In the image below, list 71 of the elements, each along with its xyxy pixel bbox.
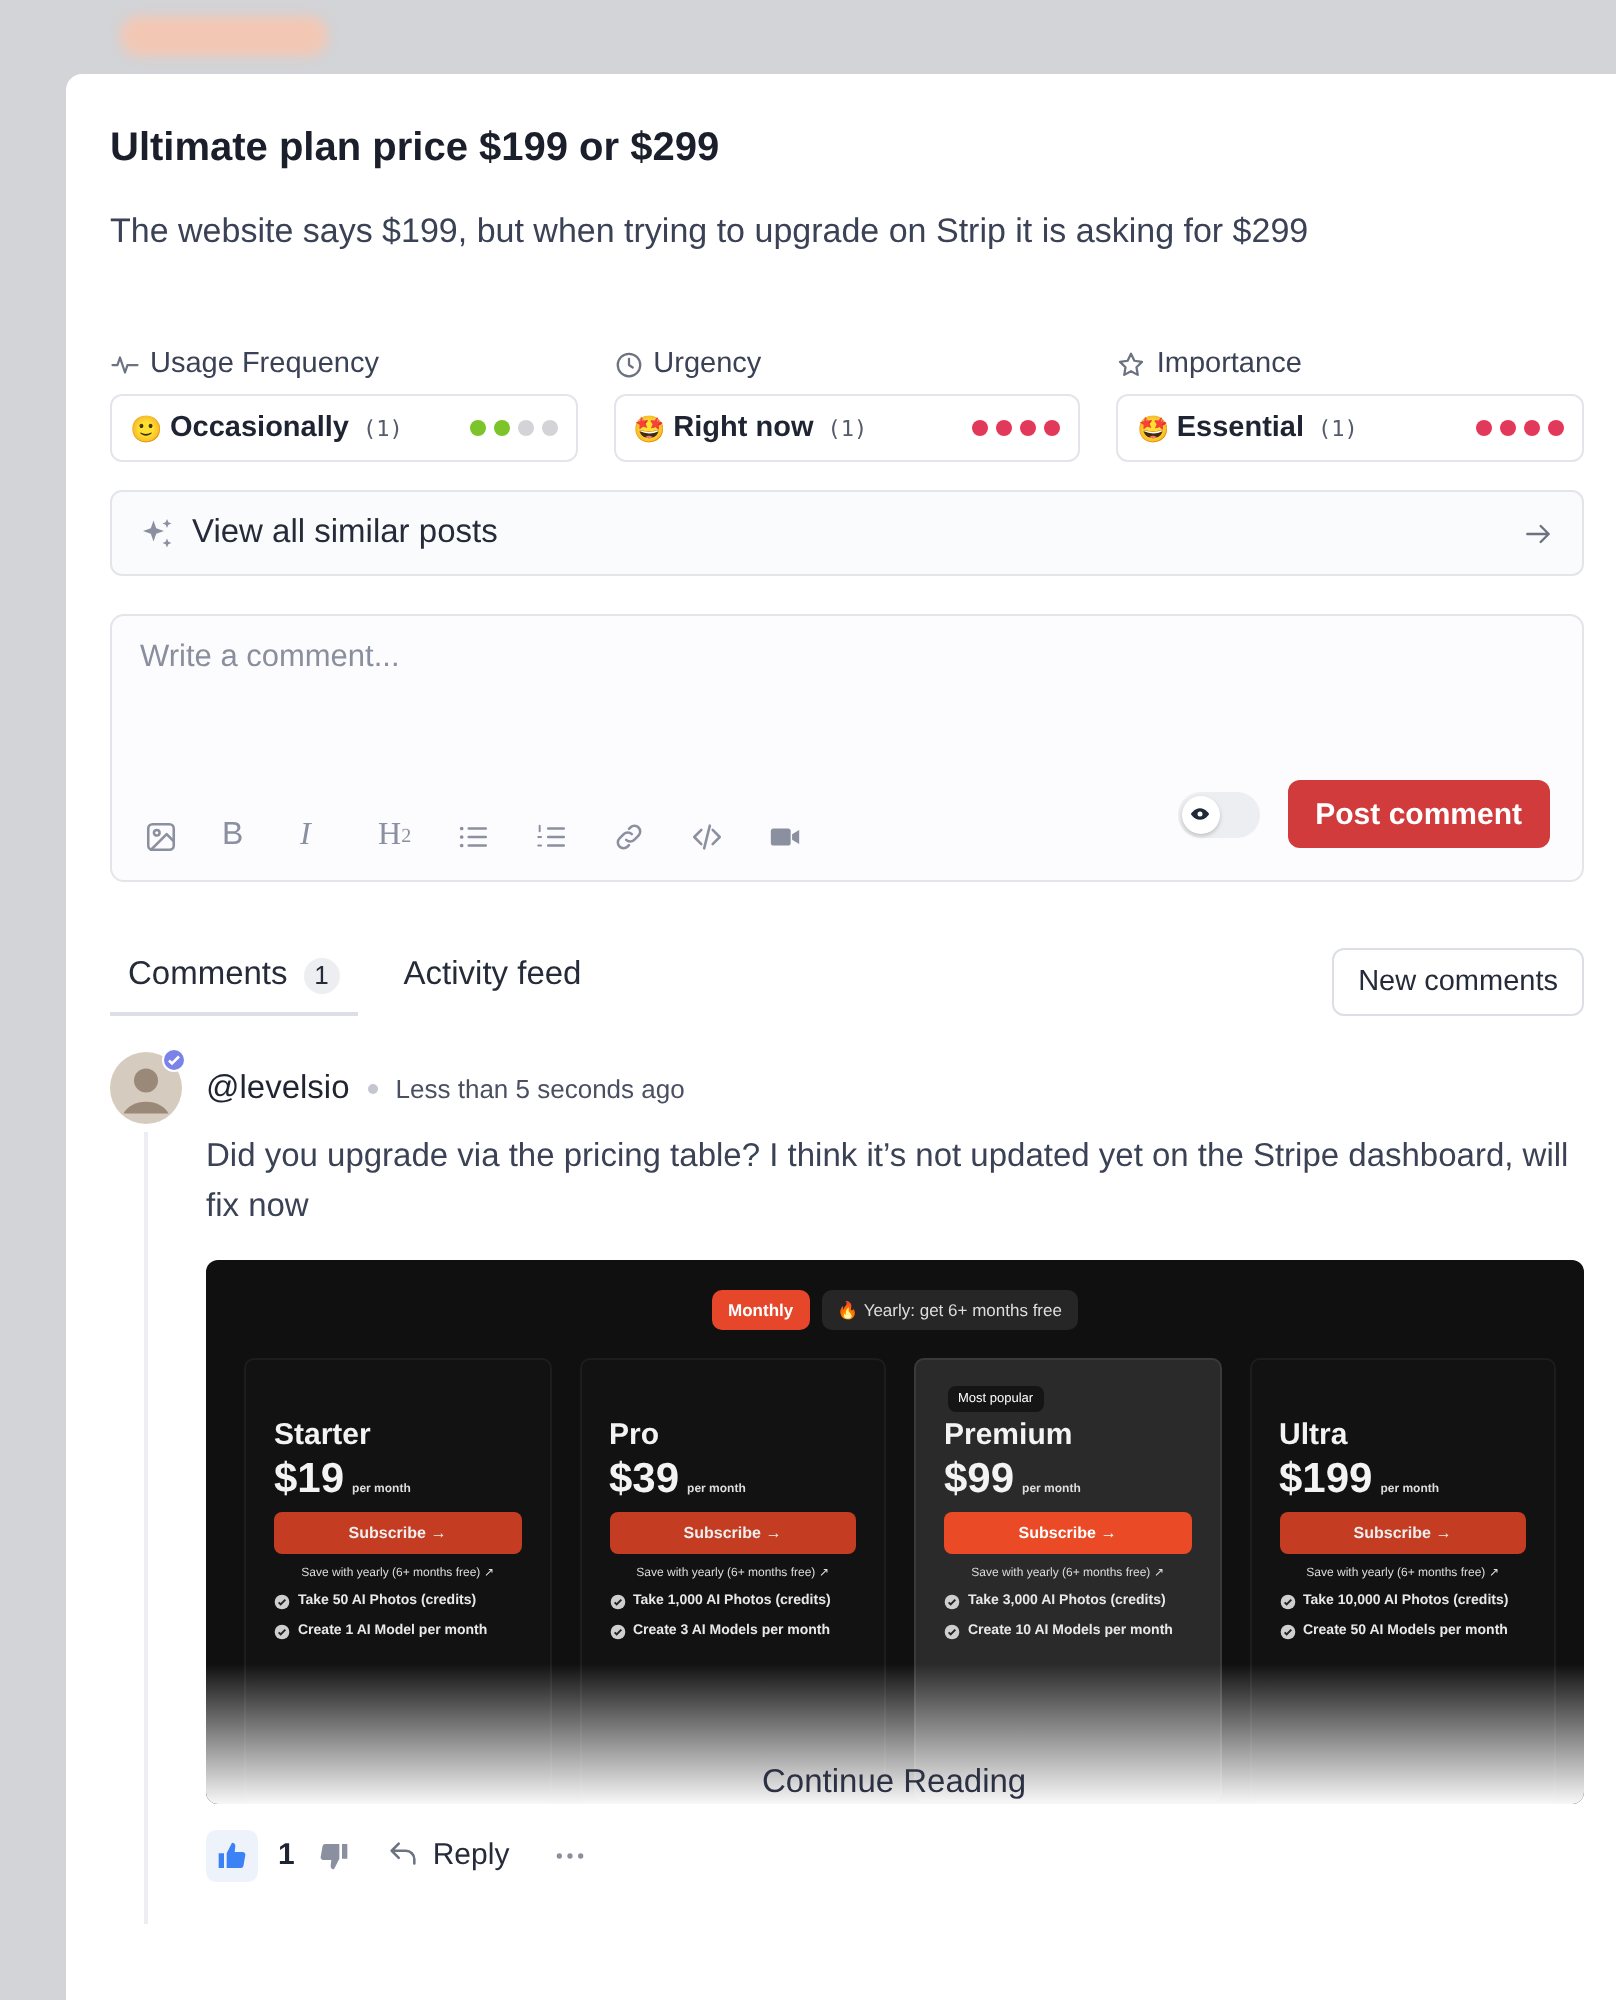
- metric-count: (1): [1318, 415, 1358, 441]
- eye-icon: [1190, 804, 1211, 824]
- plan-name: Starter: [274, 1417, 373, 1451]
- metric-count: (1): [827, 415, 868, 441]
- metric-count: (1): [362, 415, 403, 441]
- clock-icon: [613, 349, 644, 379]
- metric-selector[interactable]: 🤩 Essential (1): [1116, 394, 1585, 462]
- subscribe-button[interactable]: Subscribe →: [1279, 1511, 1526, 1553]
- comment-author[interactable]: @levelsio: [206, 1069, 350, 1107]
- plan-price: $199: [1279, 1455, 1373, 1503]
- metric-selector[interactable]: 🙂 Occasionally (1): [110, 394, 578, 462]
- avatar: [110, 1052, 182, 1124]
- reply-button[interactable]: Reply: [386, 1838, 510, 1872]
- plan-price: $39: [609, 1455, 680, 1503]
- tab[interactable]: Comments 1: [110, 950, 358, 1016]
- subscribe-button[interactable]: Subscribe →: [609, 1511, 856, 1553]
- link-icon[interactable]: [612, 819, 646, 853]
- metric-label: Importance: [1156, 348, 1302, 380]
- emoji-icon: 🙂: [130, 413, 162, 443]
- image-icon[interactable]: [144, 819, 178, 853]
- check-icon: [1279, 1593, 1295, 1609]
- check-icon: [944, 1623, 960, 1639]
- metric-value: Occasionally: [170, 412, 349, 444]
- thumbs-down-icon[interactable]: [318, 1839, 351, 1871]
- preview-toggle[interactable]: [1177, 791, 1260, 837]
- new-comments-button[interactable]: New comments: [1332, 948, 1584, 1016]
- post-description: The website says $199, but when trying to upgrade on Strip it is asking for $299: [110, 212, 1311, 252]
- plan-name: Ultra: [1279, 1417, 1350, 1451]
- metric-value: Right now: [673, 412, 814, 444]
- tab-label: Comments: [128, 956, 288, 994]
- plan-price: $99: [944, 1455, 1015, 1503]
- thumbs-up-icon: [216, 1839, 248, 1871]
- post-comment-button[interactable]: Post comment: [1287, 780, 1550, 848]
- similar-posts-button[interactable]: View all similar posts: [110, 490, 1584, 576]
- check-icon: [609, 1593, 625, 1609]
- subscribe-button[interactable]: Subscribe →: [274, 1511, 521, 1553]
- check-icon: [1279, 1623, 1295, 1639]
- like-count: 1: [278, 1838, 295, 1872]
- count-badge: 1: [303, 957, 340, 993]
- check-icon: [609, 1623, 625, 1639]
- post-title: Ultimate plan price $199 or $299: [110, 126, 722, 172]
- plan-price: $19: [274, 1455, 345, 1503]
- comment-time: Less than 5 seconds ago: [395, 1073, 685, 1103]
- plan-name: Premium: [944, 1417, 1075, 1451]
- level-dot: [517, 420, 534, 436]
- metric-label: Urgency: [653, 348, 762, 380]
- continue-reading-link[interactable]: Continue Reading: [762, 1763, 1027, 1801]
- metric-value: Essential: [1176, 412, 1305, 444]
- emoji-icon: 🤩: [633, 413, 666, 443]
- check-icon: [274, 1593, 290, 1609]
- subscribe-button[interactable]: Subscribe →: [944, 1511, 1191, 1553]
- comment-text: Did you upgrade via the pricing table? I think it’s not updated yet on the Stripe dashboard, will fix now: [206, 1136, 1571, 1228]
- check-icon: [944, 1593, 960, 1609]
- plan-name: Pro: [609, 1417, 662, 1451]
- metric-selector[interactable]: 🤩 Right now (1): [613, 394, 1081, 462]
- metric-label: Usage Frequency: [150, 348, 379, 380]
- tab-label: Activity feed: [403, 956, 582, 994]
- billing-option[interactable]: Monthly: [712, 1289, 810, 1329]
- tab[interactable]: Activity feed: [385, 950, 600, 1016]
- level-dot: [541, 420, 558, 436]
- check-icon: [274, 1623, 290, 1639]
- numbered-list-icon[interactable]: [534, 819, 568, 853]
- like-button[interactable]: [206, 1829, 258, 1881]
- screenshot-attachment[interactable]: [206, 1259, 1584, 1803]
- separator-dot: [367, 1083, 378, 1093]
- similar-posts-label: View all similar posts: [192, 514, 498, 552]
- emoji-icon: 🤩: [1136, 413, 1169, 443]
- code-icon[interactable]: [690, 819, 724, 853]
- sparkles-icon: [140, 515, 176, 551]
- star-icon: [1116, 349, 1147, 379]
- billing-option[interactable]: 🔥 Yearly: get 6+ months free: [821, 1289, 1078, 1329]
